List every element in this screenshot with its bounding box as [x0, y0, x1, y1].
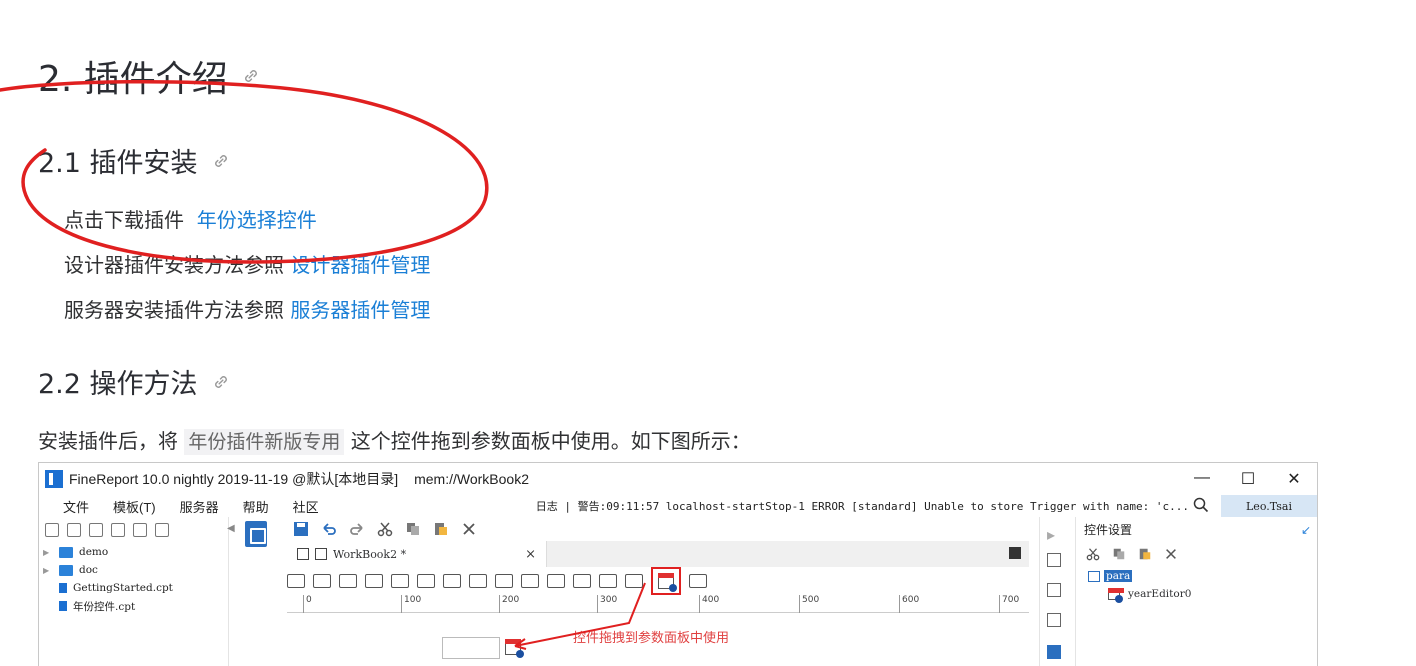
line-text: 点击下载插件 [64, 208, 184, 232]
tree-item-yeareditor[interactable]: yearEditor0 [1076, 585, 1317, 603]
tree-item-para[interactable]: para [1076, 567, 1317, 585]
year-calendar-icon [1108, 588, 1124, 603]
layout-icon[interactable] [1047, 553, 1061, 567]
inline-code: 年份插件新版专用 [184, 429, 345, 455]
tree-label: yearEditor0 [1128, 588, 1192, 600]
heading-text: 2.2 操作方法 [38, 369, 198, 400]
designer-plugin-link[interactable]: 设计器插件管理 [290, 253, 430, 277]
download-line: 点击下载插件 年份选择控件 [64, 204, 317, 233]
link-anchor-icon[interactable] [212, 152, 230, 170]
panel-toolbar [1076, 541, 1317, 567]
cut-icon[interactable] [1086, 547, 1100, 561]
widget-manage-icon[interactable] [1047, 583, 1061, 597]
frame-icon[interactable] [1047, 613, 1061, 627]
widget-settings-panel: 控件设置 ↙ para yearEditor0 [1075, 517, 1317, 666]
line-text: 设计器插件安装方法参照 [64, 253, 284, 277]
page-heading: 2. 插件介绍 [38, 50, 260, 102]
para-text: 这个控件拖到参数面板中使用。如下图所示： [350, 429, 751, 453]
panel-title: 控件设置 [1084, 522, 1133, 537]
tree-label: para [1104, 570, 1133, 582]
year-widget-link[interactable]: 年份选择控件 [197, 208, 317, 232]
server-install-line: 服务器安装插件方法参照 服务器插件管理 [64, 294, 430, 323]
section-heading-install: 2.1 插件安装 [38, 141, 230, 180]
designer-install-line: 设计器插件安装方法参照 设计器插件管理 [64, 249, 430, 278]
widget-tree: para yearEditor0 [1076, 567, 1317, 603]
server-plugin-link[interactable]: 服务器插件管理 [290, 298, 430, 322]
section-heading-usage: 2.2 操作方法 [38, 362, 230, 401]
panel-header: 控件设置 ↙ [1076, 517, 1317, 541]
para-text: 安装插件后，将 [38, 429, 178, 453]
link-anchor-icon[interactable] [212, 373, 230, 391]
widget-settings-icon[interactable] [1047, 645, 1061, 659]
copy-icon[interactable] [1112, 547, 1126, 561]
delete-icon[interactable] [1164, 547, 1178, 561]
heading-text: 2.1 插件安装 [38, 148, 198, 179]
heading-text: 2. 插件介绍 [38, 59, 228, 100]
link-anchor-icon[interactable] [242, 67, 260, 85]
pin-icon[interactable]: ↙ [1301, 523, 1311, 537]
panel-icon [1088, 570, 1100, 582]
usage-paragraph: 安装插件后，将 年份插件新版专用 这个控件拖到参数面板中使用。如下图所示： [38, 425, 751, 455]
paste-icon[interactable] [1138, 547, 1152, 561]
line-text: 服务器安装插件方法参照 [64, 298, 284, 322]
designer-screenshot: FineReport 10.0 nightly 2019-11-19 @默认[本… [38, 462, 1318, 666]
expand-arrow-icon[interactable]: ▸ [1047, 525, 1061, 544]
right-tool-strip: ▸ [1039, 517, 1067, 666]
